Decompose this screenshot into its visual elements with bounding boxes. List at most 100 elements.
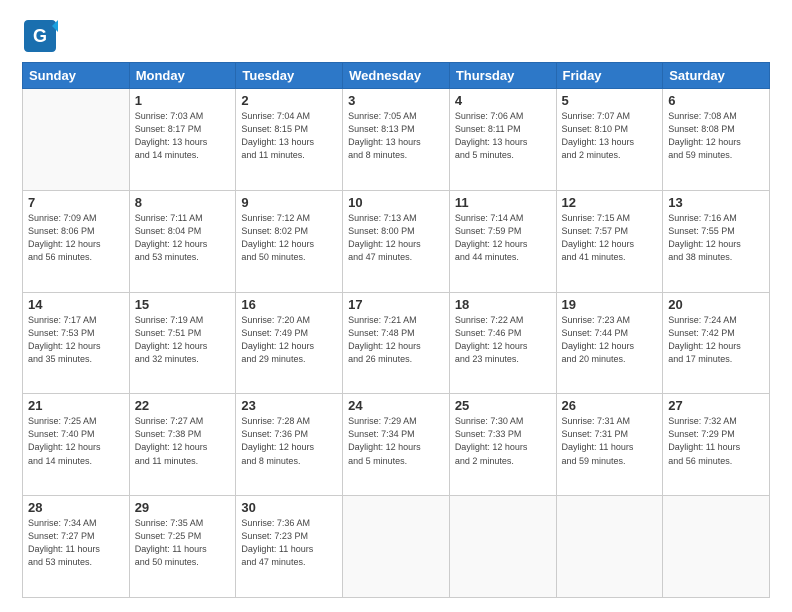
day-number: 23 [241,398,337,413]
week-row-2: 14 Sunrise: 7:17 AM Sunset: 7:53 PM Dayli… [23,292,770,394]
calendar-cell [23,89,130,191]
day-number: 6 [668,93,764,108]
day-number: 27 [668,398,764,413]
calendar-cell: 15 Sunrise: 7:19 AM Sunset: 7:51 PM Dayli… [129,292,236,394]
calendar-cell: 11 Sunrise: 7:14 AM Sunset: 7:59 PM Dayli… [449,190,556,292]
day-info: Sunrise: 7:15 AM Sunset: 7:57 PM Dayligh… [562,212,658,264]
calendar-cell [343,496,450,598]
day-number: 18 [455,297,551,312]
calendar-cell: 9Sunrise: 7:12 AM Sunset: 8:02 PM Daylig… [236,190,343,292]
calendar-table: SundayMondayTuesdayWednesdayThursdayFrid… [22,62,770,598]
header: G [22,18,770,54]
day-number: 16 [241,297,337,312]
day-number: 15 [135,297,231,312]
week-row-3: 21 Sunrise: 7:25 AM Sunset: 7:40 PM Dayli… [23,394,770,496]
week-row-4: 28 Sunrise: 7:34 AM Sunset: 7:27 PM Dayli… [23,496,770,598]
calendar-cell: 18 Sunrise: 7:22 AM Sunset: 7:46 PM Dayli… [449,292,556,394]
day-number: 5 [562,93,658,108]
calendar-cell: 1 Sunrise: 7:03 AM Sunset: 8:17 PM Daylig… [129,89,236,191]
week-row-0: 1 Sunrise: 7:03 AM Sunset: 8:17 PM Daylig… [23,89,770,191]
day-info: Sunrise: 7:06 AM Sunset: 8:11 PM Dayligh… [455,110,551,162]
day-info: Sunrise: 7:11 AM Sunset: 8:04 PM Dayligh… [135,212,231,264]
calendar-cell: 20 Sunrise: 7:24 AM Sunset: 7:42 PM Dayli… [663,292,770,394]
day-info: Sunrise: 7:14 AM Sunset: 7:59 PM Dayligh… [455,212,551,264]
day-info: Sunrise: 7:36 AM Sunset: 7:23 PM Dayligh… [241,517,337,569]
day-info: Sunrise: 7:09 AM Sunset: 8:06 PM Dayligh… [28,212,124,264]
day-header-tuesday: Tuesday [236,63,343,89]
day-header-thursday: Thursday [449,63,556,89]
day-number: 13 [668,195,764,210]
calendar-cell [556,496,663,598]
day-info: Sunrise: 7:32 AM Sunset: 7:29 PM Dayligh… [668,415,764,467]
day-info: Sunrise: 7:16 AM Sunset: 7:55 PM Dayligh… [668,212,764,264]
calendar-cell: 25Sunrise: 7:30 AM Sunset: 7:33 PM Dayli… [449,394,556,496]
day-number: 12 [562,195,658,210]
day-number: 3 [348,93,444,108]
day-header-saturday: Saturday [663,63,770,89]
day-number: 20 [668,297,764,312]
day-number: 14 [28,297,124,312]
calendar-cell: 4 Sunrise: 7:06 AM Sunset: 8:11 PM Daylig… [449,89,556,191]
calendar-cell: 5 Sunrise: 7:07 AM Sunset: 8:10 PM Daylig… [556,89,663,191]
calendar-cell: 14 Sunrise: 7:17 AM Sunset: 7:53 PM Dayli… [23,292,130,394]
calendar-cell: 17 Sunrise: 7:21 AM Sunset: 7:48 PM Dayli… [343,292,450,394]
svg-text:G: G [33,26,47,46]
calendar-cell: 23 Sunrise: 7:28 AM Sunset: 7:36 PM Dayli… [236,394,343,496]
day-number: 7 [28,195,124,210]
day-info: Sunrise: 7:03 AM Sunset: 8:17 PM Dayligh… [135,110,231,162]
day-number: 1 [135,93,231,108]
calendar-cell: 26Sunrise: 7:31 AM Sunset: 7:31 PM Dayli… [556,394,663,496]
day-info: Sunrise: 7:34 AM Sunset: 7:27 PM Dayligh… [28,517,124,569]
day-number: 21 [28,398,124,413]
day-info: Sunrise: 7:27 AM Sunset: 7:38 PM Dayligh… [135,415,231,467]
day-number: 22 [135,398,231,413]
day-number: 10 [348,195,444,210]
day-number: 19 [562,297,658,312]
calendar-cell: 3 Sunrise: 7:05 AM Sunset: 8:13 PM Daylig… [343,89,450,191]
day-number: 11 [455,195,551,210]
day-info: Sunrise: 7:13 AM Sunset: 8:00 PM Dayligh… [348,212,444,264]
calendar-cell [663,496,770,598]
page: G SundayMondayTuesdayWednesdayThursdayFr… [0,0,792,612]
day-number: 28 [28,500,124,515]
calendar-cell: 10 Sunrise: 7:13 AM Sunset: 8:00 PM Dayli… [343,190,450,292]
day-info: Sunrise: 7:29 AM Sunset: 7:34 PM Dayligh… [348,415,444,467]
day-info: Sunrise: 7:04 AM Sunset: 8:15 PM Dayligh… [241,110,337,162]
day-number: 26 [562,398,658,413]
calendar-header-row: SundayMondayTuesdayWednesdayThursdayFrid… [23,63,770,89]
day-info: Sunrise: 7:28 AM Sunset: 7:36 PM Dayligh… [241,415,337,467]
day-info: Sunrise: 7:25 AM Sunset: 7:40 PM Dayligh… [28,415,124,467]
calendar-cell: 8 Sunrise: 7:11 AM Sunset: 8:04 PM Daylig… [129,190,236,292]
calendar-cell: 21 Sunrise: 7:25 AM Sunset: 7:40 PM Dayli… [23,394,130,496]
calendar-cell: 27 Sunrise: 7:32 AM Sunset: 7:29 PM Dayli… [663,394,770,496]
calendar-cell: 30Sunrise: 7:36 AM Sunset: 7:23 PM Dayli… [236,496,343,598]
day-info: Sunrise: 7:19 AM Sunset: 7:51 PM Dayligh… [135,314,231,366]
day-number: 2 [241,93,337,108]
day-info: Sunrise: 7:22 AM Sunset: 7:46 PM Dayligh… [455,314,551,366]
day-number: 24 [348,398,444,413]
day-info: Sunrise: 7:17 AM Sunset: 7:53 PM Dayligh… [28,314,124,366]
calendar-cell: 13 Sunrise: 7:16 AM Sunset: 7:55 PM Dayli… [663,190,770,292]
day-info: Sunrise: 7:21 AM Sunset: 7:48 PM Dayligh… [348,314,444,366]
day-header-monday: Monday [129,63,236,89]
day-info: Sunrise: 7:08 AM Sunset: 8:08 PM Dayligh… [668,110,764,162]
day-number: 4 [455,93,551,108]
day-number: 17 [348,297,444,312]
calendar-cell: 22 Sunrise: 7:27 AM Sunset: 7:38 PM Dayli… [129,394,236,496]
day-number: 29 [135,500,231,515]
calendar-cell: 29Sunrise: 7:35 AM Sunset: 7:25 PM Dayli… [129,496,236,598]
calendar-cell: 24 Sunrise: 7:29 AM Sunset: 7:34 PM Dayli… [343,394,450,496]
day-number: 8 [135,195,231,210]
calendar-cell: 2 Sunrise: 7:04 AM Sunset: 8:15 PM Daylig… [236,89,343,191]
day-info: Sunrise: 7:30 AM Sunset: 7:33 PM Dayligh… [455,415,551,467]
day-number: 9 [241,195,337,210]
day-header-friday: Friday [556,63,663,89]
calendar-cell [449,496,556,598]
logo-icon: G [22,18,58,54]
day-info: Sunrise: 7:24 AM Sunset: 7:42 PM Dayligh… [668,314,764,366]
day-info: Sunrise: 7:07 AM Sunset: 8:10 PM Dayligh… [562,110,658,162]
day-info: Sunrise: 7:05 AM Sunset: 8:13 PM Dayligh… [348,110,444,162]
calendar-cell: 12 Sunrise: 7:15 AM Sunset: 7:57 PM Dayli… [556,190,663,292]
day-header-sunday: Sunday [23,63,130,89]
calendar-cell: 7 Sunrise: 7:09 AM Sunset: 8:06 PM Daylig… [23,190,130,292]
